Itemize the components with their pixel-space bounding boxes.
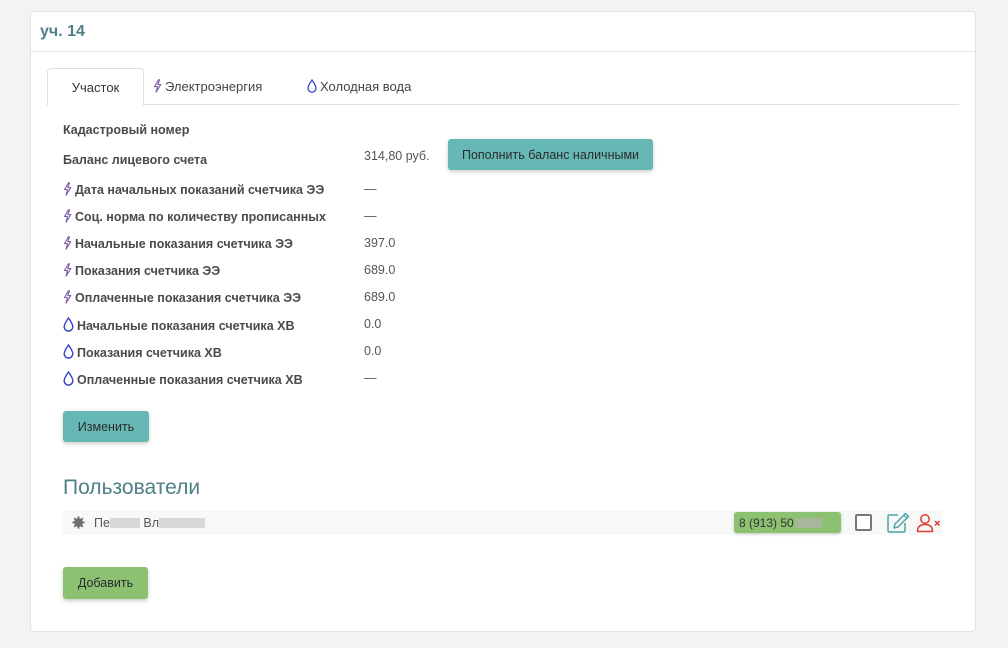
field-label: Соц. норма по количеству прописанных xyxy=(75,210,326,224)
field-value: 0.0 xyxy=(364,344,382,358)
edit-button[interactable]: Изменить xyxy=(63,411,149,442)
user-name-part: Вл xyxy=(143,516,160,530)
page-title: уч. 14 xyxy=(40,23,85,40)
tab-cold-water-label: Холодная вода xyxy=(320,79,412,94)
field-value: — xyxy=(364,371,377,385)
water-drop-icon xyxy=(307,78,317,96)
lightning-icon xyxy=(63,209,72,226)
field-label: Оплаченные показания счетчика ХВ xyxy=(77,373,303,387)
water-drop-icon xyxy=(63,343,74,362)
user-name-part: Пе xyxy=(94,516,110,530)
lightning-icon xyxy=(63,182,72,199)
card-header: уч. 14 xyxy=(31,12,975,52)
field-label: Показания счетчика ХВ xyxy=(77,346,222,360)
tab-electricity[interactable]: Электроэнергия xyxy=(153,68,262,105)
field-ee-reading: Показания счетчика ЭЭ xyxy=(63,263,220,280)
phone-number: 8 (913) 50 xyxy=(739,516,794,530)
field-cadastral-label: Кадастровый номер xyxy=(63,123,189,137)
tab-plot-label: Участок xyxy=(71,80,120,95)
field-social-norm: Соц. норма по количеству прописанных xyxy=(63,209,326,226)
lightning-icon xyxy=(63,263,72,280)
field-label: Показания счетчика ЭЭ xyxy=(75,264,221,278)
field-balance-label: Баланс лицевого счета xyxy=(63,153,207,167)
redacted-block xyxy=(109,518,140,528)
field-value: 397.0 xyxy=(364,236,396,250)
lightning-icon xyxy=(153,79,162,96)
tab-bar: Участок Электроэнергия Холодная вода xyxy=(47,68,959,106)
field-value: — xyxy=(364,209,377,223)
top-up-balance-button[interactable]: Пополнить баланс наличными xyxy=(448,139,653,170)
remove-user-icon[interactable] xyxy=(916,513,942,536)
user-select-checkbox[interactable] xyxy=(855,514,872,531)
tab-cold-water[interactable]: Холодная вода xyxy=(307,68,411,105)
water-drop-icon xyxy=(63,316,74,335)
field-cw-reading: Показания счетчика ХВ xyxy=(63,343,222,362)
field-ee-start-reading: Начальные показания счетчика ЭЭ xyxy=(63,236,293,253)
tab-plot[interactable]: Участок xyxy=(47,68,144,106)
phone-badge[interactable]: 8 (913) 50 xyxy=(734,512,841,533)
lightning-icon xyxy=(63,236,72,253)
field-label: Начальные показания счетчика ХВ xyxy=(77,319,295,333)
redacted-block xyxy=(159,518,206,528)
gear-icon xyxy=(72,516,85,529)
field-label: Начальные показания счетчика ЭЭ xyxy=(75,237,293,251)
redacted-block xyxy=(794,518,822,528)
field-value: 689.0 xyxy=(364,263,396,277)
users-section-title: Пользователи xyxy=(63,476,201,499)
water-drop-icon xyxy=(63,370,74,389)
field-cw-paid-reading: Оплаченные показания счетчика ХВ xyxy=(63,370,303,389)
plot-card: уч. 14 Участок Электроэнергия Холодная в… xyxy=(30,11,976,632)
add-user-button[interactable]: Добавить xyxy=(63,567,148,599)
edit-icon[interactable] xyxy=(886,512,910,537)
user-row: Пе Вл 8 (913) 50 xyxy=(63,511,943,535)
balance-value: 314,80 руб. xyxy=(364,149,430,163)
field-ee-paid-reading: Оплаченные показания счетчика ЭЭ xyxy=(63,290,301,307)
lightning-icon xyxy=(63,290,72,307)
field-label: Баланс лицевого счета xyxy=(63,153,208,167)
field-ee-start-date: Дата начальных показаний счетчика ЭЭ xyxy=(63,182,324,199)
field-value: 689.0 xyxy=(364,290,396,304)
field-value: 0.0 xyxy=(364,317,382,331)
field-cw-start-reading: Начальные показания счетчика ХВ xyxy=(63,316,295,335)
field-label: Дата начальных показаний счетчика ЭЭ xyxy=(75,183,325,197)
field-label: Кадастровый номер xyxy=(63,123,190,137)
tab-electricity-label: Электроэнергия xyxy=(165,79,263,94)
field-label: Оплаченные показания счетчика ЭЭ xyxy=(75,291,302,305)
user-name[interactable]: Пе Вл xyxy=(94,516,206,530)
field-value: — xyxy=(364,182,377,196)
